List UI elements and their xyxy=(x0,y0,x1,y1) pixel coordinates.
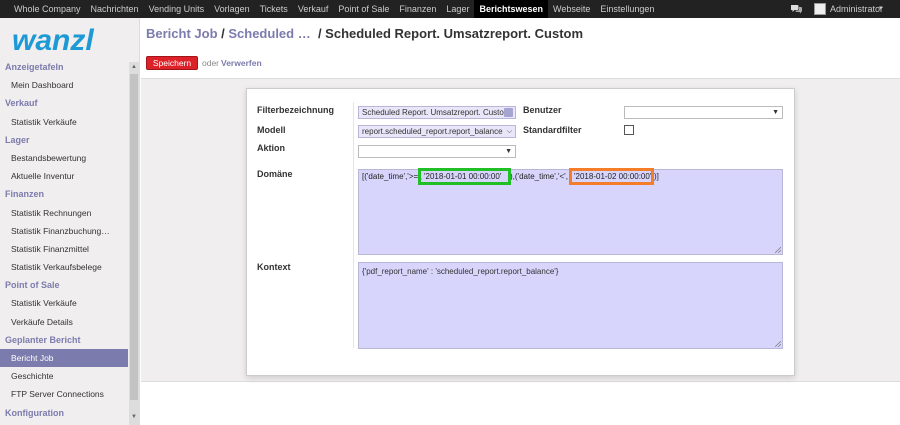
sidebar-item-statistik-verkaeufe[interactable]: Statistik Verkäufe xyxy=(0,113,128,131)
model-select[interactable]: report.scheduled_report.report_balance ⌵ xyxy=(358,125,516,138)
translate-icon[interactable] xyxy=(504,108,513,117)
sidebar-item-bestandsbewertung[interactable]: Bestandsbewertung xyxy=(0,149,128,167)
topnav-vending-units[interactable]: Vending Units xyxy=(144,0,210,18)
footer-divider xyxy=(141,381,900,382)
sidebar-scrollbar[interactable]: ▲ ▼ xyxy=(129,62,139,425)
resize-grip-icon[interactable] xyxy=(775,341,781,347)
sidebar-item-ftp-server-connections[interactable]: FTP Server Connections xyxy=(0,385,128,403)
sidebar-item-mein-dashboard[interactable]: Mein Dashboard xyxy=(0,76,128,94)
page-title: Scheduled Report. Umsatzreport. Custom xyxy=(325,26,584,41)
topnav-point-of-sale[interactable]: Point of Sale xyxy=(333,0,394,18)
scroll-down-arrow-icon[interactable]: ▼ xyxy=(131,414,137,420)
sidebar-item-geschichte[interactable]: Geschichte xyxy=(0,367,128,385)
topnav-nachrichten[interactable]: Nachrichten xyxy=(86,0,144,18)
topnav-finanzen[interactable]: Finanzen xyxy=(394,0,441,18)
top-menu: Whole Company Nachrichten Vending Units … xyxy=(9,0,659,18)
dropdown-arrow-icon: ▼ xyxy=(505,148,512,155)
topnav-whole-company[interactable]: Whole Company xyxy=(9,0,86,18)
sidebar: wanzl Anzeigetafeln Mein Dashboard Verka… xyxy=(0,18,140,425)
sidebar-section-finanzen: Finanzen xyxy=(5,189,45,200)
sidebar-section-point-of-sale: Point of Sale xyxy=(5,280,60,291)
sidebar-section-konfiguration: Konfiguration xyxy=(5,407,64,418)
filter-name-input[interactable]: Scheduled Report. Umsatzreport. Custom xyxy=(358,106,516,119)
breadcrumb-separator: / xyxy=(310,26,326,41)
sidebar-item-statistik-rechnungen[interactable]: Statistik Rechnungen xyxy=(0,204,128,222)
breadcrumb-link-bericht-job[interactable]: Bericht Job xyxy=(146,26,218,41)
user-menu-name[interactable]: Administrator xyxy=(830,0,883,18)
sidebar-item-statistik-finanzbuchung[interactable]: Statistik Finanzbuchung… xyxy=(0,222,128,240)
user-label: Benutzer xyxy=(523,105,562,115)
domain-middle: ),('date_time','<', xyxy=(510,172,568,181)
context-textarea[interactable]: {'pdf_report_name' : 'scheduled_report.r… xyxy=(358,262,783,349)
label-column-divider xyxy=(353,102,354,348)
chevron-down-icon: ⌵ xyxy=(505,126,512,137)
sidebar-item-bericht-job[interactable]: Bericht Job xyxy=(0,349,128,368)
domain-suffix: )] xyxy=(654,172,659,181)
domain-prefix: [('date_time','>=', xyxy=(362,172,422,181)
topnav-verkauf[interactable]: Verkauf xyxy=(293,0,334,18)
sidebar-section-lager: Lager xyxy=(5,134,30,145)
breadcrumb: Bericht Job / Scheduled … / Scheduled Re… xyxy=(146,27,583,41)
sidebar-item-statistik-verkaufsbelege[interactable]: Statistik Verkaufsbelege xyxy=(0,258,128,276)
sidebar-section-geplanter-bericht: Geplanter Bericht xyxy=(5,334,81,345)
sidebar-item-aktuelle-inventur[interactable]: Aktuelle Inventur xyxy=(0,167,128,185)
user-avatar[interactable] xyxy=(814,3,826,15)
sidebar-menu: Anzeigetafeln Mein Dashboard Verkauf Sta… xyxy=(0,58,128,422)
wanzl-logo[interactable]: wanzl xyxy=(12,26,130,54)
sidebar-item-verkaeufe-details[interactable]: Verkäufe Details xyxy=(0,313,128,331)
sidebar-section-verkauf: Verkauf xyxy=(5,98,38,109)
breadcrumb-link-scheduled[interactable]: Scheduled … xyxy=(228,26,310,41)
model-label: Modell xyxy=(257,125,286,135)
highlight-box-start-date xyxy=(418,168,511,185)
action-select[interactable]: ▼ xyxy=(358,145,516,158)
breadcrumb-separator: / xyxy=(217,26,229,41)
scroll-up-arrow-icon[interactable]: ▲ xyxy=(131,64,137,70)
context-label: Kontext xyxy=(257,262,291,272)
dropdown-arrow-icon: ▼ xyxy=(772,109,779,116)
model-value: report.scheduled_report.report_balance xyxy=(362,127,503,136)
context-value: {'pdf_report_name' : 'scheduled_report.r… xyxy=(362,267,559,276)
default-filter-checkbox[interactable] xyxy=(624,125,634,135)
topnav-berichtswesen[interactable]: Berichtswesen xyxy=(474,0,548,18)
sidebar-scrollbar-thumb[interactable] xyxy=(130,74,138,400)
topnav-einstellungen[interactable]: Einstellungen xyxy=(595,0,659,18)
sidebar-item-pos-statistik-verkaeufe[interactable]: Statistik Verkäufe xyxy=(0,294,128,312)
chevron-down-icon[interactable]: ▾ xyxy=(879,0,883,18)
topnav-vorlagen[interactable]: Vorlagen xyxy=(209,0,255,18)
discard-link[interactable]: Verwerfen xyxy=(221,58,262,68)
default-filter-label: Standardfilter xyxy=(523,125,582,135)
user-select[interactable]: ▼ xyxy=(624,106,783,119)
top-navigation-bar: Whole Company Nachrichten Vending Units … xyxy=(0,0,900,18)
sidebar-section-anzeigetafeln: Anzeigetafeln xyxy=(5,62,64,72)
resize-grip-icon[interactable] xyxy=(775,247,781,253)
domain-label: Domäne xyxy=(257,169,293,179)
filter-name-label: Filterbezeichnung xyxy=(257,105,335,115)
or-label: oder xyxy=(202,58,220,68)
action-label: Aktion xyxy=(257,143,285,153)
chat-bubbles-icon[interactable] xyxy=(791,4,802,14)
topnav-lager[interactable]: Lager xyxy=(441,0,474,18)
topnav-tickets[interactable]: Tickets xyxy=(255,0,293,18)
topnav-webseite[interactable]: Webseite xyxy=(548,0,595,18)
logo-text: wanzl xyxy=(12,26,94,54)
sidebar-item-statistik-finanzmittel[interactable]: Statistik Finanzmittel xyxy=(0,240,128,258)
filter-name-value: Scheduled Report. Umsatzreport. Custom xyxy=(362,108,511,117)
save-button[interactable]: Speichern xyxy=(146,56,198,70)
highlight-box-end-date xyxy=(569,168,654,185)
